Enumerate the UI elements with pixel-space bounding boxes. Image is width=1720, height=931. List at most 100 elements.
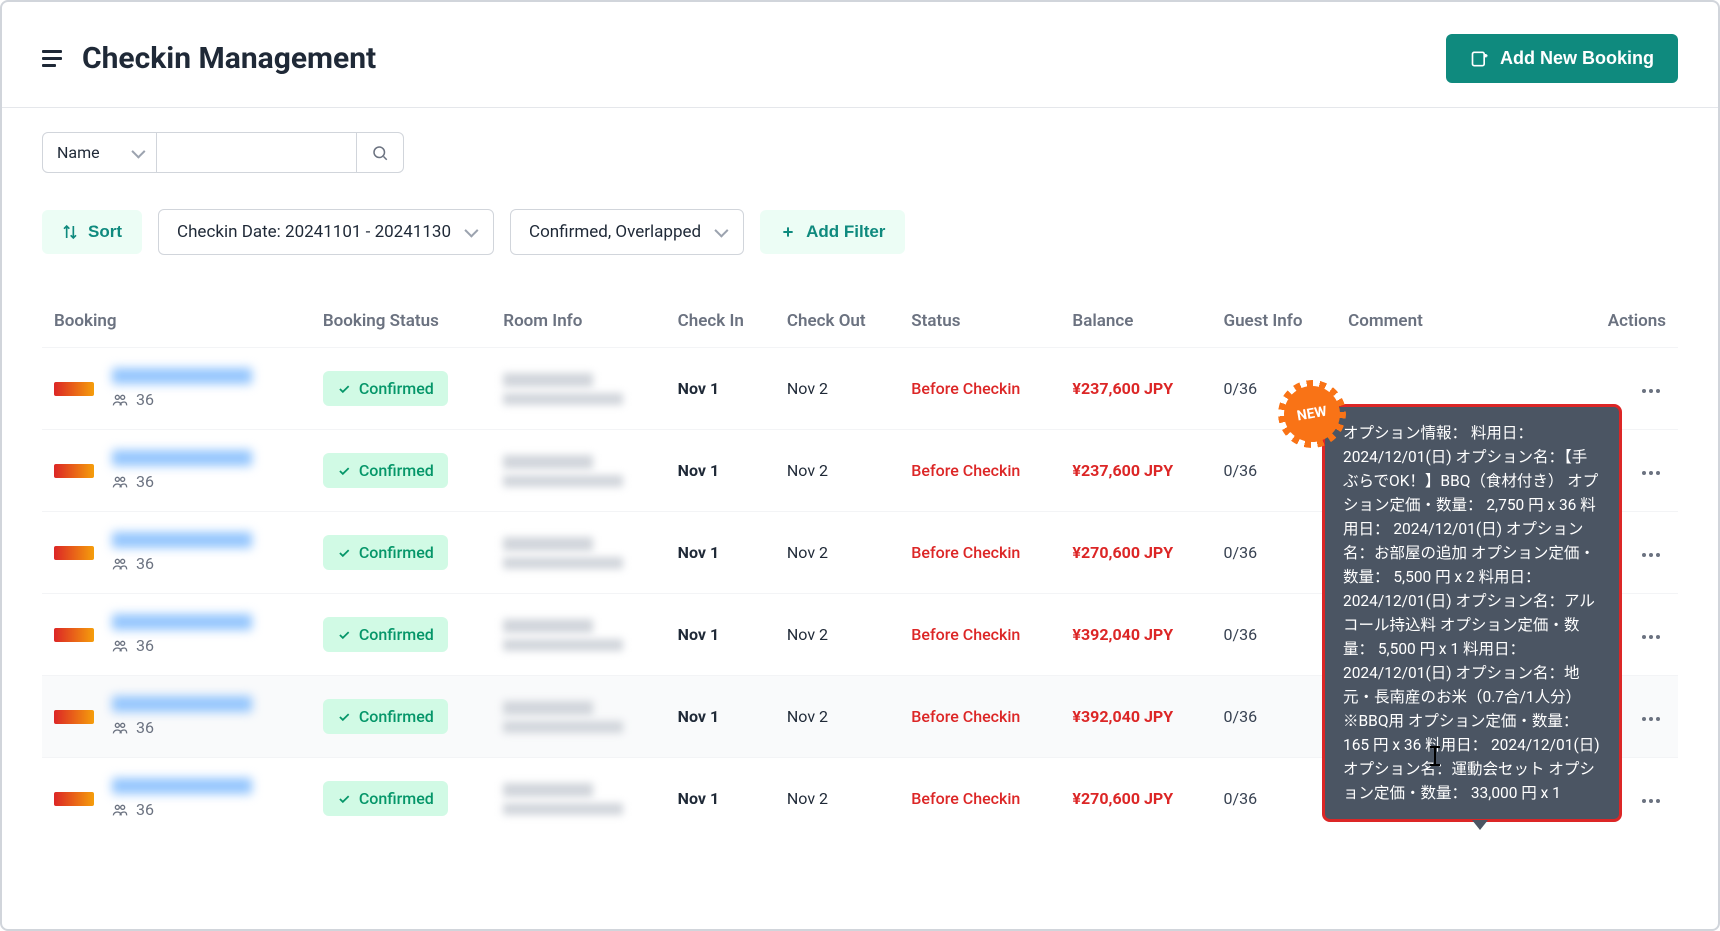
room-info-redacted [503, 701, 653, 733]
text-cursor-icon [1434, 746, 1436, 766]
guest-count: 36 [112, 472, 252, 491]
checkin-status-value: Before Checkin [899, 430, 1060, 512]
booking-cell: 36 [54, 450, 299, 491]
filter-chip-status[interactable]: Confirmed, Overlapped [510, 209, 744, 255]
booking-status-value: Confirmed [359, 707, 434, 726]
chevron-down-icon [714, 224, 728, 238]
booking-status-value: Confirmed [359, 543, 434, 562]
check-in-value: Nov 1 [666, 348, 775, 430]
booking-name-redacted [112, 696, 252, 712]
booking-cell: 36 [54, 778, 299, 819]
col-comment: Comment [1336, 295, 1578, 348]
booking-name-redacted [112, 368, 252, 384]
add-button-label: Add New Booking [1500, 48, 1654, 69]
col-guest-info: Guest Info [1211, 295, 1336, 348]
check-out-value: Nov 2 [775, 348, 899, 430]
guest-info-value: 0/36 [1211, 594, 1336, 676]
guest-count-value: 36 [136, 636, 154, 655]
status-pill: Confirmed [323, 535, 448, 570]
row-actions-button[interactable] [1636, 547, 1666, 563]
search-input[interactable] [157, 132, 357, 173]
check-out-value: Nov 2 [775, 758, 899, 840]
new-badge-label: NEW [1296, 404, 1328, 425]
guest-info-value: 0/36 [1211, 676, 1336, 758]
guest-count-value: 36 [136, 390, 154, 409]
balance-value: ¥237,600 JPY [1060, 348, 1211, 430]
booking-name-redacted [112, 532, 252, 548]
checkin-status-value: Before Checkin [899, 676, 1060, 758]
new-badge: NEW [1280, 382, 1345, 447]
row-actions-button[interactable] [1636, 711, 1666, 727]
sort-label: Sort [88, 222, 122, 242]
room-info-redacted [503, 537, 653, 569]
balance-value: ¥392,040 JPY [1060, 594, 1211, 676]
add-new-booking-button[interactable]: Add New Booking [1446, 34, 1678, 83]
balance-value: ¥270,600 JPY [1060, 758, 1211, 840]
balance-value: ¥270,600 JPY [1060, 512, 1211, 594]
guest-info-value: 0/36 [1211, 758, 1336, 840]
balance-value: ¥392,040 JPY [1060, 676, 1211, 758]
booking-cell: 36 [54, 368, 299, 409]
booking-name-redacted [112, 614, 252, 630]
row-actions-button[interactable] [1636, 465, 1666, 481]
tooltip-arrow-icon [1472, 820, 1488, 830]
guest-count: 36 [112, 718, 252, 737]
filter-chip-status-label: Confirmed, Overlapped [529, 222, 701, 242]
balance-value: ¥237,600 JPY [1060, 430, 1211, 512]
checkin-status-value: Before Checkin [899, 594, 1060, 676]
chevron-down-icon [131, 144, 145, 158]
check-icon [337, 464, 351, 478]
row-actions-button[interactable] [1636, 383, 1666, 399]
col-room-info: Room Info [491, 295, 665, 348]
check-out-value: Nov 2 [775, 594, 899, 676]
people-icon [112, 474, 128, 490]
add-filter-button[interactable]: Add Filter [760, 210, 905, 254]
channel-logo-icon [54, 546, 94, 560]
channel-logo-icon [54, 464, 94, 478]
guest-count: 36 [112, 554, 252, 573]
booking-cell: 36 [54, 614, 299, 655]
booking-cell: 36 [54, 696, 299, 737]
status-pill: Confirmed [323, 617, 448, 652]
booking-cell: 36 [54, 532, 299, 573]
guest-count-value: 36 [136, 718, 154, 737]
chevron-down-icon [464, 224, 478, 238]
people-icon [112, 802, 128, 818]
search-button[interactable] [357, 132, 404, 173]
search-field-select[interactable]: Name [42, 132, 157, 173]
people-icon [112, 638, 128, 654]
status-pill: Confirmed [323, 371, 448, 406]
booking-name-redacted [112, 778, 252, 794]
people-icon [112, 720, 128, 736]
row-actions-button[interactable] [1636, 629, 1666, 645]
check-out-value: Nov 2 [775, 430, 899, 512]
table-header-row: Booking Booking Status Room Info Check I… [42, 295, 1678, 348]
guest-info-value: 0/36 [1211, 512, 1336, 594]
search-field-label: Name [57, 143, 100, 162]
booking-status-value: Confirmed [359, 379, 434, 398]
filter-chip-checkin-date[interactable]: Checkin Date: 20241101 - 20241130 [158, 209, 494, 255]
checkin-status-value: Before Checkin [899, 348, 1060, 430]
status-pill: Confirmed [323, 699, 448, 734]
checkin-status-value: Before Checkin [899, 758, 1060, 840]
booking-status-value: Confirmed [359, 625, 434, 644]
room-info-redacted [503, 783, 653, 815]
check-in-value: Nov 1 [666, 594, 775, 676]
check-in-value: Nov 1 [666, 676, 775, 758]
col-balance: Balance [1060, 295, 1211, 348]
menu-icon[interactable] [42, 47, 66, 71]
channel-logo-icon [54, 628, 94, 642]
channel-logo-icon [54, 710, 94, 724]
sort-button[interactable]: Sort [42, 210, 142, 254]
col-status: Status [899, 295, 1060, 348]
row-actions-button[interactable] [1636, 793, 1666, 809]
booking-status-value: Confirmed [359, 461, 434, 480]
col-booking-status: Booking Status [311, 295, 491, 348]
add-filter-label: Add Filter [806, 222, 885, 242]
check-in-value: Nov 1 [666, 758, 775, 840]
check-icon [337, 792, 351, 806]
guest-count: 36 [112, 636, 252, 655]
plus-icon [780, 224, 796, 240]
check-in-value: Nov 1 [666, 512, 775, 594]
channel-logo-icon [54, 792, 94, 806]
